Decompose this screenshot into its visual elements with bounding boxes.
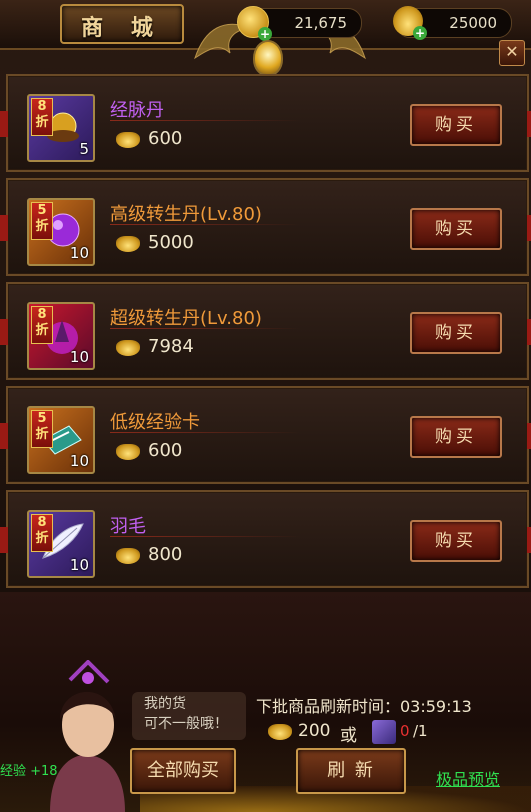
item-icon[interactable]: 8 折 5	[27, 94, 95, 162]
item-icon[interactable]: 5 折 10	[27, 406, 95, 474]
buy-button[interactable]: 购买	[410, 104, 502, 146]
merchant-portrait	[50, 660, 125, 812]
item-name: 羽毛	[110, 516, 146, 537]
ribbon-left	[0, 319, 8, 345]
premium-preview-link[interactable]: 极品预览	[436, 766, 500, 790]
buy-button[interactable]: 购买	[410, 416, 502, 458]
price-value: 800	[148, 544, 183, 565]
refresh-cost: 200 或 0 /1	[268, 720, 468, 746]
price-value: 600	[148, 128, 183, 149]
ribbon-left	[0, 111, 8, 137]
shop-item: 8 折 10 超级转生丹(Lv.80) 7984 购买	[0, 282, 531, 380]
or-label: 或	[340, 726, 357, 746]
refresh-button[interactable]: 刷 新	[296, 748, 406, 794]
item-name: 低级经验卡	[110, 412, 200, 433]
discount-badge: 5 折	[31, 202, 53, 240]
item-icon[interactable]: 5 折 10	[27, 198, 95, 266]
ribbon-right	[527, 111, 531, 137]
shop-item: 8 折 10 羽毛 800 购买	[0, 490, 531, 588]
key-count: 0	[400, 722, 410, 740]
item-quantity: 10	[69, 244, 89, 262]
ingot-icon	[116, 548, 140, 564]
shop-item: 5 折 10 高级转生丹(Lv.80) 5000 购买	[0, 178, 531, 276]
price-value: 7984	[148, 336, 194, 357]
divider	[110, 120, 300, 121]
buy-button[interactable]: 购买	[410, 208, 502, 250]
key-total: /1	[413, 722, 428, 740]
item-name: 经脉丹	[110, 100, 164, 121]
ingot-icon	[116, 444, 140, 460]
add-coins-button[interactable]: +	[258, 27, 272, 41]
ribbon-right	[527, 319, 531, 345]
close-button[interactable]: ✕	[499, 40, 525, 66]
ingot-icon	[116, 236, 140, 252]
divider	[110, 224, 300, 225]
item-icon[interactable]: 8 折 10	[27, 510, 95, 578]
coin-icon: +	[237, 6, 272, 41]
discount-badge: 8 折	[31, 98, 53, 136]
coins-display: + 21,675	[237, 6, 362, 41]
ribbon-left	[0, 215, 8, 241]
coins-value: 21,675	[294, 14, 348, 32]
speech-bubble: 我的货 可不一般哦！	[132, 692, 246, 740]
title-plate: 商 城	[60, 4, 184, 44]
discount-badge: 8 折	[31, 514, 53, 552]
ingot-icon	[268, 724, 292, 740]
item-quantity: 10	[69, 348, 89, 366]
exp-gain-text: 经验 +18	[0, 764, 58, 779]
buy-all-button[interactable]: 全部购买	[130, 748, 236, 794]
ingots-display: + 25000	[393, 6, 512, 40]
divider	[110, 432, 300, 433]
item-quantity: 10	[69, 556, 89, 574]
item-name: 高级转生丹(Lv.80)	[110, 204, 262, 225]
ingot-icon: +	[393, 6, 427, 40]
buy-button[interactable]: 购买	[410, 520, 502, 562]
shop-item: 8 折 5 经脉丹 600 购买	[0, 74, 531, 172]
ingot-icon	[116, 340, 140, 356]
add-ingots-button[interactable]: +	[413, 26, 427, 40]
shop-title: 商 城	[81, 16, 163, 41]
price-value: 5000	[148, 232, 194, 253]
ribbon-right	[527, 215, 531, 241]
item-quantity: 10	[69, 452, 89, 470]
gem-ornament-icon	[253, 40, 283, 76]
refresh-key-icon	[372, 720, 396, 744]
discount-badge: 5 折	[31, 410, 53, 448]
item-quantity: 5	[79, 140, 89, 158]
refresh-timer: 下批商品刷新时间：03:59:13	[256, 697, 472, 716]
item-name: 超级转生丹(Lv.80)	[110, 308, 262, 329]
ingots-value: 25000	[449, 14, 497, 32]
buy-button[interactable]: 购买	[410, 312, 502, 354]
shop-item: 5 折 10 低级经验卡 600 购买	[0, 386, 531, 484]
ribbon-right	[527, 527, 531, 553]
refresh-cost-value: 200	[298, 721, 331, 741]
ingot-icon	[116, 132, 140, 148]
bubble-line-2: 可不一般哦！	[144, 716, 228, 732]
ribbon-right	[527, 423, 531, 449]
divider	[110, 328, 300, 329]
price-value: 600	[148, 440, 183, 461]
ribbon-left	[0, 423, 8, 449]
item-icon[interactable]: 8 折 10	[27, 302, 95, 370]
discount-badge: 8 折	[31, 306, 53, 344]
bubble-line-1: 我的货	[144, 696, 186, 712]
divider	[110, 536, 300, 537]
ribbon-left	[0, 527, 8, 553]
